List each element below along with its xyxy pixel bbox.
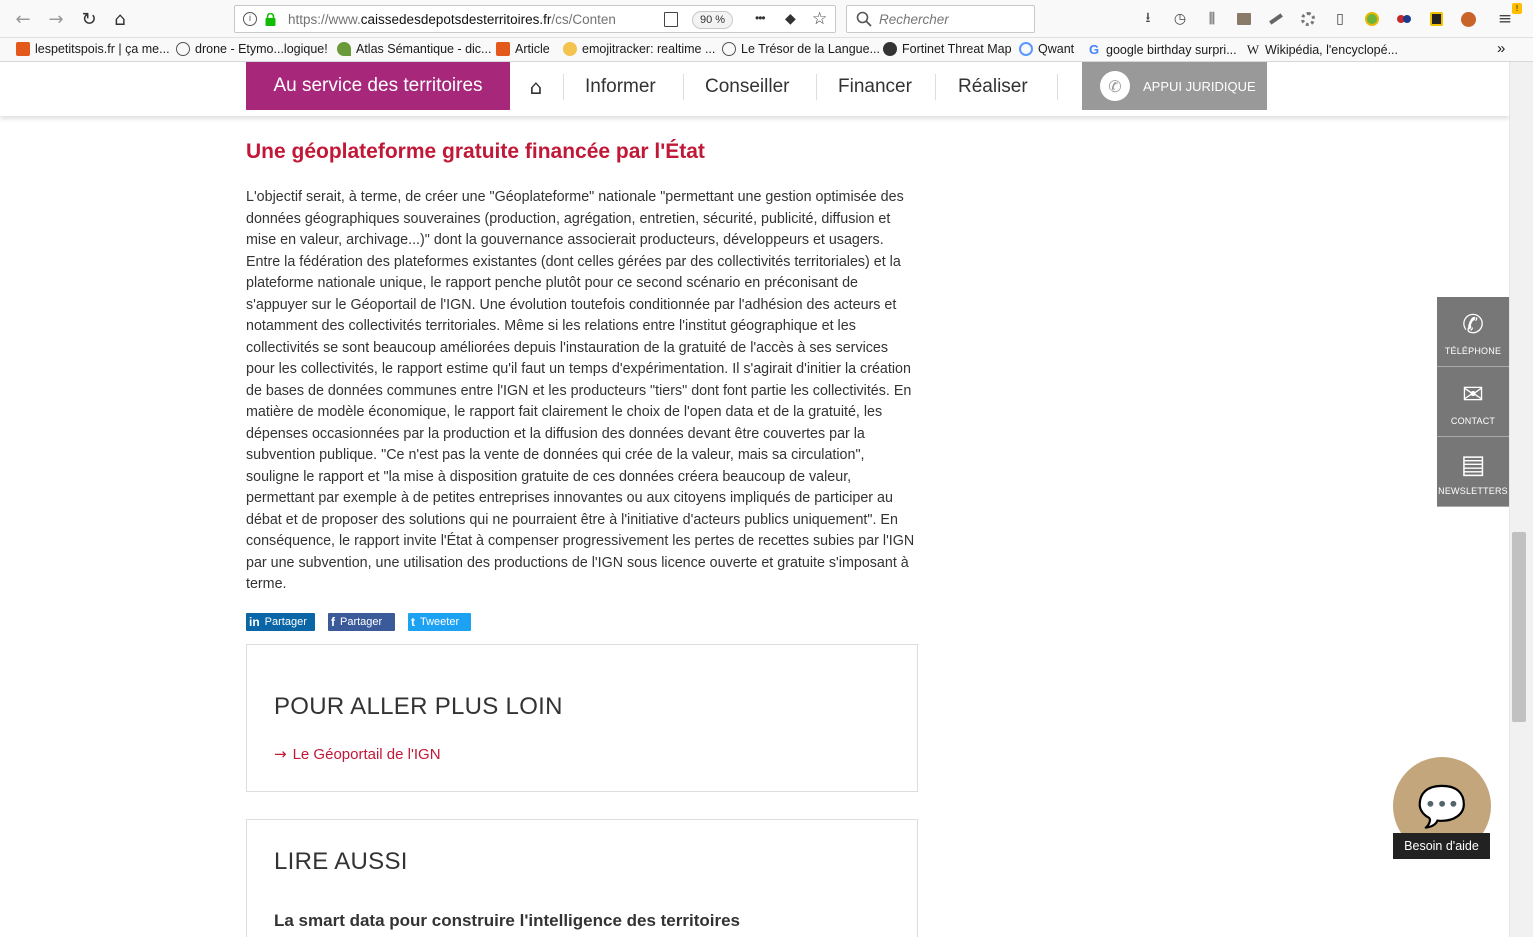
download-icon[interactable]: ⭳ (1138, 9, 1158, 29)
info-icon[interactable]: i (243, 12, 257, 26)
bookmark-item[interactable]: emojitracker: realtime ... (563, 42, 715, 56)
scroll-thumb[interactable] (1512, 532, 1526, 722)
divider (563, 74, 564, 100)
linkedin-share-button[interactable]: in Partager (246, 613, 315, 631)
newsletters-tab[interactable]: ▤ NEWSLETTERS (1437, 437, 1509, 507)
home-icon[interactable]: ⌂ (107, 6, 133, 32)
extension-image-icon[interactable] (1234, 9, 1254, 29)
envelope-icon: ✉ (1462, 379, 1484, 410)
browser-toolbar: ← → ↻ ⌂ i https://www.caissedesdepotsdes… (0, 0, 1533, 38)
url-text[interactable]: https://www.caissedesdepotsdesterritoire… (288, 12, 628, 27)
brand-tab[interactable]: Au service des territoires (246, 62, 510, 110)
phone-icon: ✆ (1462, 309, 1484, 340)
reload-icon[interactable]: ↻ (76, 6, 102, 32)
phone-icon: ✆ (1100, 71, 1130, 101)
pocket-icon[interactable]: ◆ (785, 11, 796, 27)
bookmark-item[interactable]: lespetitspois.fr | ça me... (16, 42, 170, 56)
further-reading-box: POUR ALLER PLUS LOIN → Le Géoportail de l… (246, 644, 918, 792)
chat-label[interactable]: Besoin d'aide (1393, 833, 1490, 859)
extension-globe-icon[interactable] (1362, 9, 1382, 29)
bookmarks-toolbar: lespetitspois.fr | ça me... drone - Etym… (0, 38, 1533, 62)
library-icon[interactable]: ⫼ (1202, 9, 1222, 29)
divider (683, 74, 684, 100)
extension-gear-icon[interactable] (1298, 9, 1318, 29)
extension-lock-icon[interactable] (1426, 9, 1446, 29)
bookmark-item[interactable]: Le Trésor de la Langue... (722, 42, 880, 56)
favicon-icon (16, 42, 30, 56)
bookmark-item[interactable]: Ggoogle birthday surpri... (1087, 42, 1237, 57)
url-bar[interactable]: i https://www.caissedesdepotsdesterritoi… (234, 5, 836, 33)
side-tabs: ✆ TÉLÉPHONE ✉ CONTACT ▤ NEWSLETTERS (1437, 297, 1509, 507)
further-title: POUR ALLER PLUS LOIN (274, 693, 563, 720)
history-icon[interactable]: ◷ (1170, 9, 1190, 29)
favicon-icon (337, 42, 351, 56)
divider (935, 74, 936, 100)
twitter-icon: t (411, 615, 415, 629)
nav-financer[interactable]: Financer (838, 74, 912, 100)
bookmark-item[interactable]: drone - Etymo...logique! (176, 42, 328, 56)
bookmark-star-icon[interactable]: ☆ (812, 9, 827, 29)
appui-label: APPUI JURIDIQUE (1143, 78, 1256, 94)
wikipedia-icon: W (1246, 42, 1260, 57)
favicon-icon (496, 42, 510, 56)
nav-realiser[interactable]: Réaliser (958, 74, 1028, 100)
linkedin-icon: in (249, 615, 260, 629)
facebook-icon: f (331, 615, 335, 629)
google-icon: G (1088, 42, 1100, 57)
forward-icon[interactable]: → (43, 6, 69, 32)
page-viewport: Au service des territoires ⌂ Informer Co… (0, 62, 1509, 937)
bookmark-item[interactable]: Article (496, 42, 550, 56)
site-navigation: Au service des territoires ⌂ Informer Co… (0, 62, 1509, 116)
back-icon[interactable]: ← (10, 6, 36, 32)
nav-informer[interactable]: Informer (585, 74, 656, 100)
favicon-icon (563, 42, 577, 56)
read-also-item[interactable]: La smart data pour construire l'intellig… (274, 911, 740, 931)
sidebar-icon[interactable]: ▯ (1330, 9, 1350, 29)
extension-pen-icon[interactable] (1266, 9, 1286, 29)
reader-view-icon[interactable] (664, 12, 678, 27)
read-also-title: LIRE AUSSI (274, 848, 408, 875)
bookmarks-overflow-icon[interactable]: » (1497, 40, 1505, 57)
bookmark-item[interactable]: Atlas Sémantique - dic... (337, 42, 491, 56)
favicon-icon (883, 42, 897, 56)
bookmark-item[interactable]: Fortinet Threat Map (883, 42, 1012, 56)
facebook-share-button[interactable]: f Partager (328, 613, 395, 631)
bookmark-item[interactable]: W Wikipédia, l'encyclopé... (1246, 42, 1398, 58)
newspaper-icon: ▤ (1460, 449, 1486, 480)
bookmark-item[interactable]: Qwant (1019, 42, 1074, 56)
telephone-tab[interactable]: ✆ TÉLÉPHONE (1437, 297, 1509, 367)
appui-juridique-button[interactable]: ✆ APPUI JURIDIQUE (1082, 62, 1267, 110)
twitter-share-button[interactable]: t Tweeter (408, 613, 471, 631)
search-icon (856, 11, 872, 32)
qwant-icon (1019, 42, 1033, 56)
lock-icon (265, 12, 276, 26)
article-heading: Une géoplateforme gratuite financée par … (246, 140, 705, 163)
extension-avatar-icon[interactable] (1458, 9, 1478, 29)
home-nav-icon[interactable]: ⌂ (518, 74, 554, 100)
page-scrollbar[interactable] (1509, 62, 1533, 937)
divider (1057, 74, 1058, 100)
chat-bubble-icon: 💬 (1417, 783, 1467, 830)
globe-icon (722, 42, 736, 56)
divider (816, 74, 817, 100)
search-input[interactable]: Rechercher (846, 5, 1035, 33)
article-body: L'objectif serait, à terme, de créer une… (246, 189, 915, 592)
globe-icon (176, 42, 190, 56)
zoom-indicator[interactable]: 90 % (692, 11, 734, 29)
arrow-right-icon: → (274, 745, 287, 763)
update-badge-icon: ! (1512, 3, 1522, 14)
geoportail-link[interactable]: → Le Géoportail de l'IGN (274, 745, 441, 763)
nav-conseiller[interactable]: Conseiller (705, 74, 789, 100)
read-also-box: LIRE AUSSI La smart data pour construire… (246, 819, 918, 937)
page-actions-icon[interactable]: ••• (755, 11, 766, 25)
contact-tab[interactable]: ✉ CONTACT (1437, 367, 1509, 437)
extension-circles-icon[interactable] (1394, 9, 1414, 29)
